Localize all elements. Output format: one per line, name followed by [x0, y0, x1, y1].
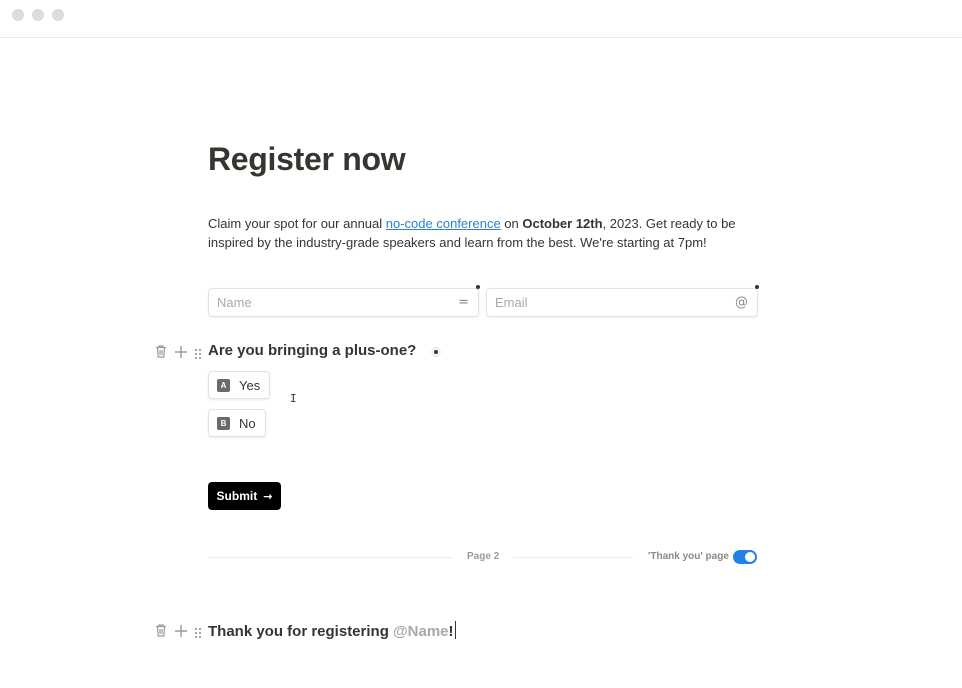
form-description[interactable]: Claim your spot for our annual no-code c… [208, 214, 768, 252]
email-input[interactable] [487, 289, 757, 316]
question-title[interactable]: Are you bringing a plus-one? [208, 342, 416, 359]
name-input[interactable] [209, 289, 478, 316]
form-title[interactable]: Register now [208, 141, 406, 178]
plus-icon[interactable] [174, 623, 188, 642]
option-yes[interactable]: A Yes [208, 371, 271, 399]
email-at-icon: @ [735, 295, 748, 310]
divider-line [513, 557, 633, 558]
plus-icon[interactable] [174, 344, 188, 363]
text-caret [454, 621, 456, 639]
window-titlebar [0, 0, 962, 38]
submit-label: Submit [216, 489, 258, 503]
thank-you-message[interactable]: Thank you for registering @Name! [208, 621, 456, 640]
required-indicator [476, 285, 480, 289]
name-mention[interactable]: @Name [393, 623, 448, 640]
thank-you-page-label: 'Thank you' page [648, 551, 729, 562]
window-close-button[interactable] [12, 9, 24, 21]
window-minimize-button[interactable] [32, 9, 44, 21]
description-text: on [500, 216, 523, 231]
required-indicator [755, 285, 759, 289]
drag-handle-icon[interactable] [194, 624, 202, 643]
trash-icon[interactable] [154, 344, 168, 363]
required-indicator [431, 347, 441, 357]
thank-you-page-toggle[interactable] [733, 550, 757, 564]
option-no[interactable]: B No [208, 409, 266, 437]
thank-you-suffix: ! [448, 623, 454, 640]
option-label: Yes [239, 377, 261, 393]
email-field[interactable]: @ [486, 288, 758, 317]
conference-link[interactable]: no-code conference [386, 216, 501, 231]
option-key-badge: B [217, 416, 230, 430]
short-text-icon: = [458, 295, 469, 310]
divider-line [208, 557, 452, 558]
window-zoom-button[interactable] [52, 9, 64, 21]
page-label: Page 2 [467, 551, 500, 562]
name-field[interactable]: = [208, 288, 479, 317]
submit-button[interactable]: Submit → [208, 482, 281, 510]
description-date: October 12th [522, 216, 603, 231]
text-cursor-icon: I [290, 392, 297, 405]
description-text: Claim your spot for our annual [208, 216, 386, 231]
option-label: No [239, 415, 256, 431]
arrow-right-icon: → [263, 489, 273, 503]
drag-handle-icon[interactable] [194, 345, 202, 364]
option-key-badge: A [217, 378, 230, 392]
thank-you-text: Thank you for registering [208, 623, 394, 640]
trash-icon[interactable] [154, 623, 168, 642]
